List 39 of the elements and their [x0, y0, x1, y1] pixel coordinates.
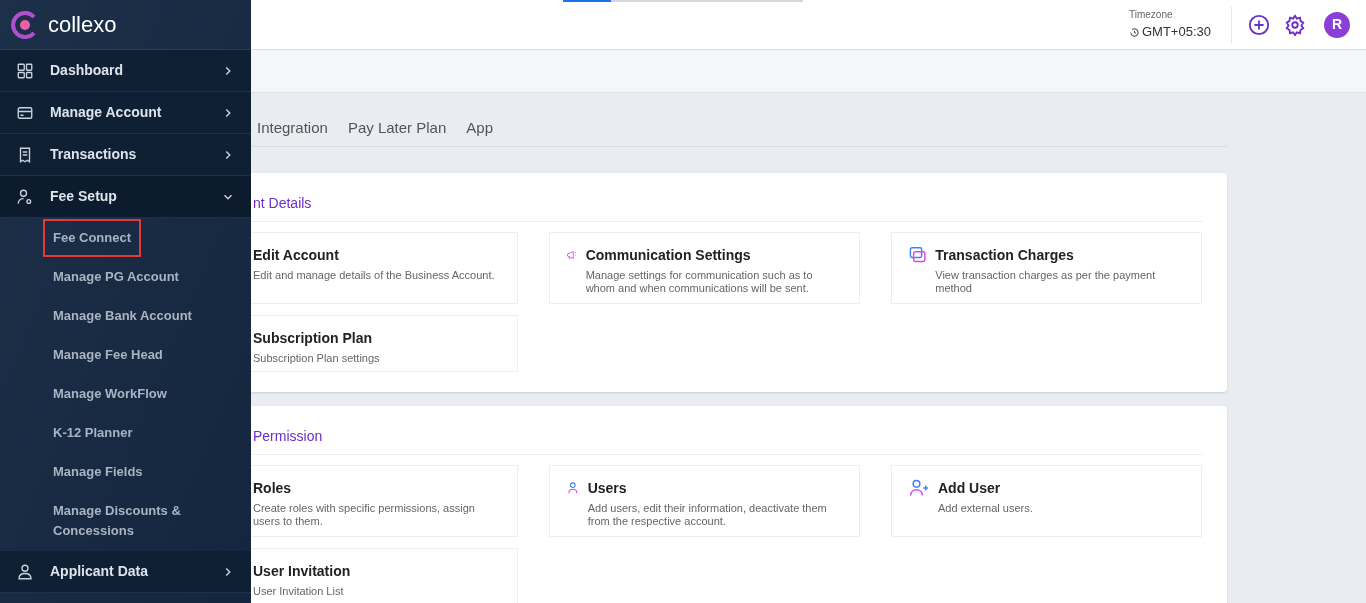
sidebar-item[interactable]: Manage Account [0, 92, 251, 134]
user-icon [16, 187, 34, 206]
settings-card[interactable]: User Invitation User Invitation List [251, 547, 518, 603]
user-avatar[interactable]: R [1324, 11, 1350, 38]
tab[interactable]: App [466, 117, 493, 140]
submenu-item[interactable]: Manage Discounts & Concessions [43, 492, 223, 550]
section-title: nt Details [253, 194, 312, 211]
sidebar-item[interactable]: Transactions [0, 134, 251, 176]
submenu-item[interactable]: Manage Fields [43, 453, 153, 491]
sidebar-item[interactable]: Fee Setup [0, 176, 251, 218]
settings-card[interactable]: Roles Create roles with specific permissions, assign users to them. [251, 464, 518, 537]
submenu-item[interactable]: K-12 Planner [43, 414, 143, 452]
person-icon [16, 562, 34, 581]
settings-card[interactable]: Edit Account Edit and manage details of the Business Account. [251, 231, 518, 304]
dashboard-icon [16, 61, 34, 80]
submenu-item[interactable]: Manage WorkFlow [43, 375, 177, 413]
settings-card[interactable]: Transaction Charges View transaction charges as per the payment method [891, 231, 1202, 304]
cards-icon [908, 244, 928, 265]
settings-card[interactable]: Users Add users, edit their information, deactivate them from the respective account. [549, 464, 860, 537]
brand-name: collexo [48, 11, 117, 39]
tab[interactable]: Integration [257, 117, 328, 140]
add-button[interactable] [1248, 12, 1272, 37]
settings-card[interactable]: Communication Settings Manage settings for communication such as to whom and when communications will be sent. [549, 231, 860, 304]
add-user-icon [908, 477, 930, 498]
tab[interactable]: Pay Later Plan [347, 117, 447, 140]
submenu-item[interactable]: Fee Connect [43, 219, 141, 257]
plus-icon [1248, 13, 1270, 36]
settings-card[interactable]: Subscription Plan Subscription Plan settings [251, 314, 518, 372]
submenu-item[interactable]: Manage Fee Head [43, 336, 173, 374]
settings-card[interactable]: Add User Add external users. [891, 464, 1202, 537]
history-icon [1129, 26, 1140, 38]
submenu-item[interactable]: Manage PG Account [43, 258, 189, 296]
timezone-value: GMT+05:30 [1142, 23, 1211, 42]
sidebar-item[interactable]: Dashboard [0, 50, 251, 92]
timezone-label: Timezone [1129, 8, 1174, 23]
sidebar-item[interactable]: Applicant Data [0, 551, 251, 593]
section-title: Permission [253, 427, 323, 444]
submenu-item[interactable]: Manage Bank Account [43, 297, 202, 335]
settings-icon [1284, 13, 1306, 36]
